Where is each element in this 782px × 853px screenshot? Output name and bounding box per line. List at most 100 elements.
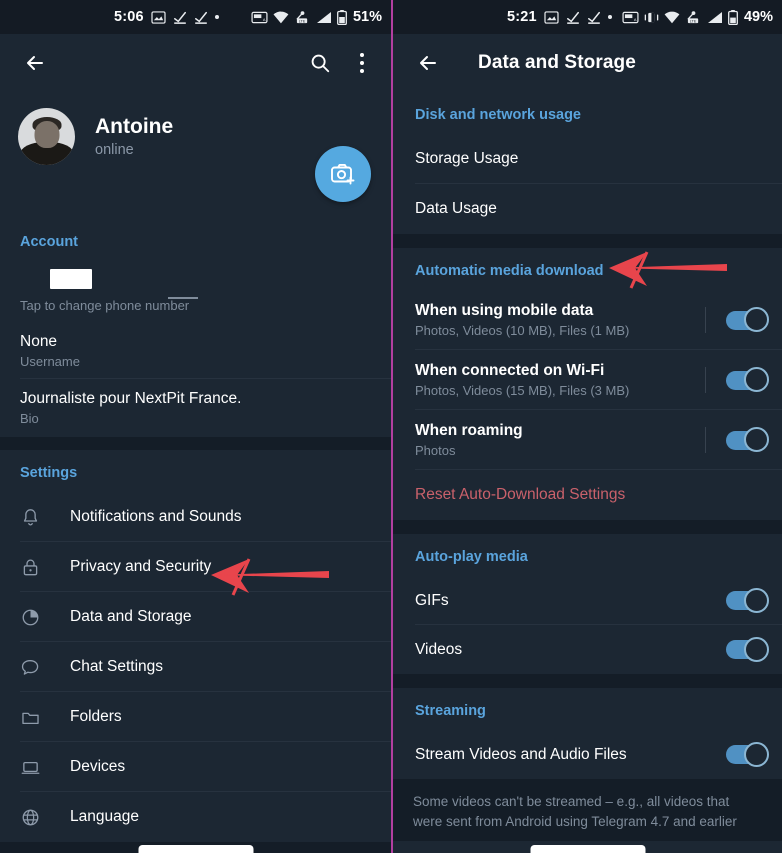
toggle-stream-videos[interactable] bbox=[726, 741, 769, 767]
toggle-mobile-data[interactable] bbox=[726, 307, 769, 332]
list-item-label: Storage Usage bbox=[415, 150, 519, 167]
cell-signal-icon bbox=[707, 11, 723, 24]
toggle-wifi[interactable] bbox=[726, 367, 769, 392]
avatar[interactable] bbox=[18, 108, 75, 165]
phone-number-row[interactable]: Tap to change phone number bbox=[0, 261, 391, 323]
setting-subtitle: Photos, Videos (15 MB), Files (3 MB) bbox=[415, 383, 630, 398]
setting-text: When using mobile data Photos, Videos (1… bbox=[415, 302, 705, 338]
reset-auto-download-label: Reset Auto-Download Settings bbox=[415, 486, 626, 503]
sidebar-item-label: Notifications and Sounds bbox=[70, 508, 242, 525]
redaction-stroke bbox=[168, 297, 198, 299]
settings-section-header: Settings bbox=[0, 450, 391, 492]
section-band bbox=[393, 674, 782, 688]
profile-header: Antoine online bbox=[0, 92, 391, 219]
setting-title: When connected on Wi-Fi bbox=[415, 362, 605, 379]
setting-row-roaming[interactable]: When roaming Photos bbox=[393, 410, 782, 470]
redacted-phone-number bbox=[50, 269, 92, 289]
profile-name: Antoine bbox=[95, 115, 174, 139]
right-status-bar-right: A LTE 49% bbox=[622, 9, 773, 25]
download-done-icon bbox=[566, 10, 580, 24]
toggle-separator bbox=[705, 427, 706, 453]
sidebar-item-folders[interactable]: Folders bbox=[0, 692, 391, 742]
bio-value: Journaliste pour NextPit France. bbox=[20, 390, 242, 407]
sidebar-item-chat-settings[interactable]: Chat Settings bbox=[0, 642, 391, 692]
left-app-bar bbox=[0, 34, 391, 92]
kebab-menu-icon[interactable] bbox=[341, 42, 383, 84]
back-arrow-icon[interactable] bbox=[407, 42, 449, 84]
bio-text: Journaliste pour NextPit France. Bio bbox=[20, 390, 375, 426]
username-value: None bbox=[20, 333, 58, 350]
toggle-gifs[interactable] bbox=[726, 587, 769, 613]
setting-subtitle: Photos, Videos (10 MB), Files (1 MB) bbox=[415, 323, 630, 338]
image-icon bbox=[544, 10, 559, 24]
toggle-roaming[interactable] bbox=[726, 427, 769, 452]
bio-row[interactable]: Journaliste pour NextPit France. Bio bbox=[0, 379, 391, 437]
list-item-label: Data Usage bbox=[415, 200, 497, 217]
svg-text:LTE: LTE bbox=[690, 19, 697, 23]
auto-rotate-icon: A bbox=[251, 11, 268, 24]
folder-icon bbox=[20, 707, 48, 728]
bell-icon bbox=[20, 507, 48, 528]
setting-row-mobile-data[interactable]: When using mobile data Photos, Videos (1… bbox=[393, 290, 782, 350]
dot-icon bbox=[214, 15, 219, 19]
status-time: 5:06 bbox=[114, 9, 144, 25]
left-status-bar-left: 5:06 bbox=[114, 9, 219, 25]
setting-title: Stream Videos and Audio Files bbox=[415, 745, 627, 763]
left-status-bar-right: A LTE 51% bbox=[251, 9, 382, 25]
left-phone-screen: 5:06 A LTE 51% Antoine online Account Ta… bbox=[0, 0, 391, 853]
chat-bubble-icon bbox=[20, 657, 48, 678]
battery-percent: 49% bbox=[743, 9, 773, 25]
cell-signal-icon bbox=[316, 11, 332, 24]
svg-text:A: A bbox=[634, 17, 637, 22]
streaming-section-header: Streaming bbox=[393, 688, 782, 730]
wifi-icon bbox=[273, 11, 289, 24]
right-app-bar: Data and Storage bbox=[393, 34, 782, 92]
download-done-icon bbox=[587, 10, 601, 24]
list-item-storage-usage[interactable]: Storage Usage bbox=[393, 134, 782, 184]
sidebar-item-notifications[interactable]: Notifications and Sounds bbox=[0, 492, 391, 542]
dot-icon bbox=[607, 15, 612, 19]
pie-chart-icon bbox=[20, 607, 48, 628]
sidebar-item-language[interactable]: Language bbox=[0, 792, 391, 842]
back-arrow-icon[interactable] bbox=[14, 42, 56, 84]
setting-row-wifi[interactable]: When connected on Wi-Fi Photos, Videos (… bbox=[393, 350, 782, 410]
setting-title: When roaming bbox=[415, 422, 523, 439]
add-photo-icon[interactable] bbox=[315, 146, 371, 202]
battery-percent: 51% bbox=[352, 9, 382, 25]
search-icon[interactable] bbox=[299, 42, 341, 84]
phone-number-label: Tap to change phone number bbox=[20, 298, 190, 313]
toggle-videos[interactable] bbox=[726, 636, 769, 662]
streaming-note: Some videos can't be streamed – e.g., al… bbox=[393, 779, 782, 842]
right-phone-screen: 5:21 A LTE 49% Data and Storage Disk and… bbox=[391, 0, 782, 853]
username-row[interactable]: None Username bbox=[0, 323, 391, 379]
sidebar-item-label: Chat Settings bbox=[70, 658, 164, 675]
sidebar-item-data-and-storage[interactable]: Data and Storage bbox=[0, 592, 391, 642]
sidebar-item-privacy[interactable]: Privacy and Security bbox=[0, 542, 391, 592]
lte-signal-icon: LTE bbox=[294, 10, 311, 24]
autoplay-section-header: Auto-play media bbox=[393, 534, 782, 576]
account-section-header: Account bbox=[0, 219, 391, 261]
right-status-bar: 5:21 A LTE 49% bbox=[393, 0, 782, 34]
profile-text: Antoine online bbox=[75, 115, 173, 157]
auto-rotate-icon: A bbox=[622, 11, 639, 24]
sidebar-item-devices[interactable]: Devices bbox=[0, 742, 391, 792]
autodownload-section-header: Automatic media download bbox=[393, 248, 782, 290]
section-band bbox=[393, 234, 782, 248]
list-item-data-usage[interactable]: Data Usage bbox=[393, 184, 782, 234]
left-status-bar: 5:06 A LTE 51% bbox=[0, 0, 391, 34]
vibrate-icon bbox=[644, 11, 659, 24]
reset-auto-download-button[interactable]: Reset Auto-Download Settings bbox=[393, 470, 782, 520]
left-app-bar-actions bbox=[299, 42, 383, 84]
nav-gesture-pill bbox=[138, 845, 253, 853]
setting-title: Videos bbox=[415, 640, 463, 658]
setting-row-gifs[interactable]: GIFs bbox=[393, 576, 782, 625]
setting-row-stream-videos[interactable]: Stream Videos and Audio Files bbox=[393, 730, 782, 779]
section-band bbox=[393, 520, 782, 534]
setting-title: GIFs bbox=[415, 591, 449, 609]
svg-text:LTE: LTE bbox=[299, 19, 306, 23]
toggle-group bbox=[705, 427, 769, 453]
lte-signal-icon: LTE bbox=[685, 10, 702, 24]
username-label: Username bbox=[20, 354, 80, 369]
battery-icon bbox=[337, 9, 347, 25]
setting-row-videos[interactable]: Videos bbox=[393, 625, 782, 674]
